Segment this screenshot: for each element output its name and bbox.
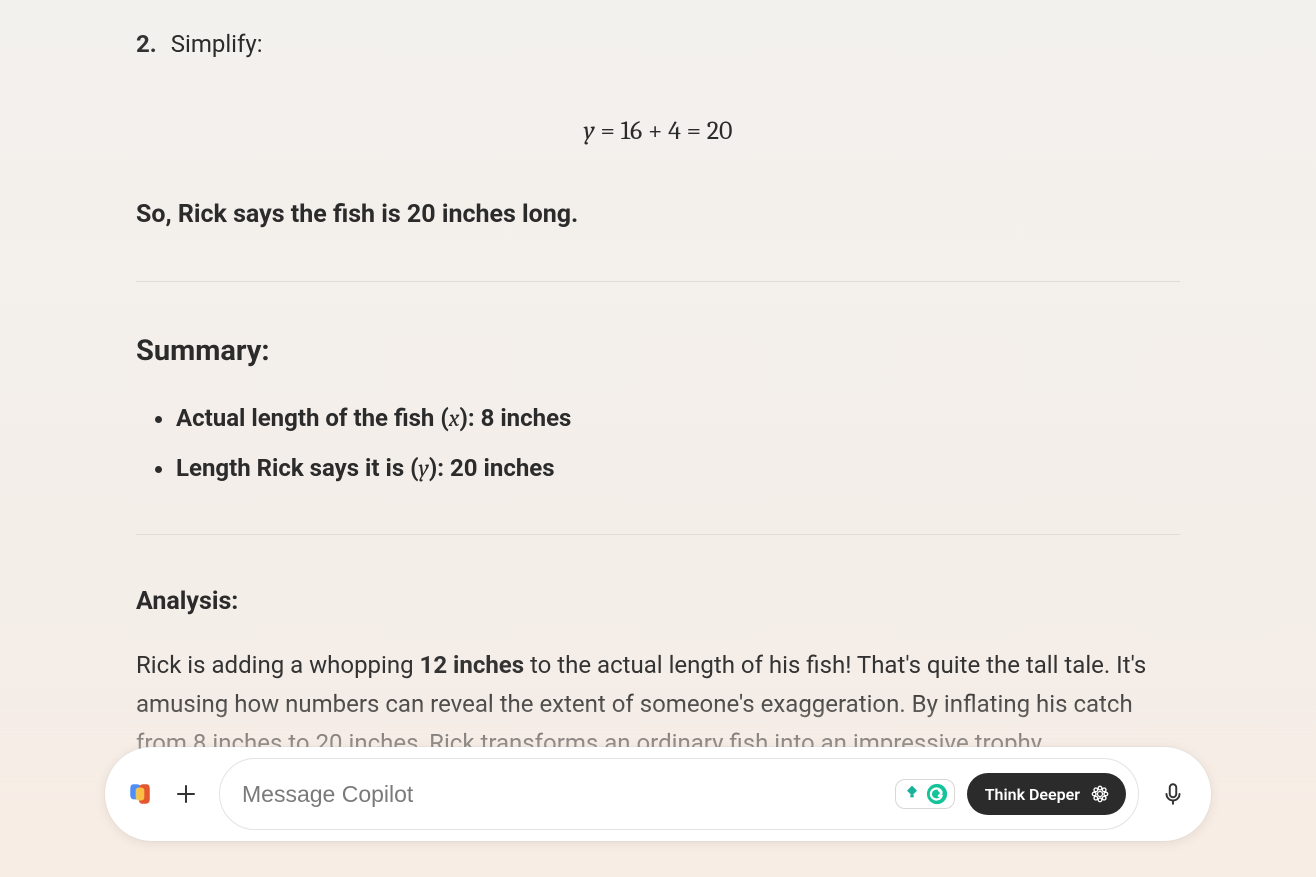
divider [136, 534, 1180, 535]
summary-item: Length Rick says it is (y): 20 inches [176, 454, 1180, 482]
eq-plus: + [648, 116, 662, 146]
summary-title: Summary: [136, 334, 1180, 368]
think-deeper-label: Think Deeper [985, 785, 1080, 804]
eq-result: 20 [707, 116, 733, 146]
summary-item-label-b: ): 20 inches [429, 454, 555, 482]
analysis-title: Analysis: [136, 587, 1180, 616]
summary-item-var: y [419, 454, 429, 482]
lightbulb-icon [902, 784, 922, 804]
eq-equals: = [600, 116, 614, 146]
add-button[interactable] [171, 779, 201, 809]
microphone-icon [1160, 781, 1186, 807]
equation: y = 16 + 4 = 20 [136, 116, 1180, 146]
eq-term1: 16 [621, 116, 643, 146]
message-content: 2. Simplify: y = 16 + 4 = 20 So, Rick sa… [128, 0, 1188, 877]
summary-item-label-a: Actual length of the fish ( [176, 404, 449, 432]
composer-bar: Think Deeper [105, 747, 1211, 841]
grammarly-icon [926, 783, 948, 805]
eq-equals2: = [687, 116, 701, 146]
eq-term2: 4 [668, 116, 681, 146]
divider [136, 281, 1180, 282]
plus-icon [174, 782, 198, 806]
message-field-wrapper[interactable]: Think Deeper [219, 758, 1139, 830]
step-row: 2. Simplify: [136, 30, 1180, 58]
grammarly-badge[interactable] [895, 779, 955, 809]
microphone-button[interactable] [1157, 778, 1189, 810]
summary-list: Actual length of the fish (x): 8 inches … [136, 404, 1180, 482]
step-number: 2. [136, 30, 157, 58]
summary-item-label-a: Length Rick says it is ( [176, 454, 419, 482]
summary-item-label-b: ): 8 inches [459, 404, 571, 432]
summary-item-var: x [449, 404, 460, 432]
analysis-text: Rick is adding a whopping 12 inches to t… [136, 646, 1180, 763]
summary-item: Actual length of the fish (x): 8 inches [176, 404, 1180, 432]
analysis-bold: 12 inches [420, 651, 525, 679]
conclusion-text: So, Rick says the fish is 20 inches long… [136, 200, 1180, 229]
step-label: Simplify: [171, 30, 263, 58]
flower-icon [1090, 784, 1110, 804]
eq-var-y: y [584, 116, 595, 146]
analysis-text-a: Rick is adding a whopping [136, 651, 420, 679]
copilot-logo-icon [127, 781, 153, 807]
think-deeper-button[interactable]: Think Deeper [967, 773, 1126, 815]
message-input[interactable] [242, 781, 883, 808]
